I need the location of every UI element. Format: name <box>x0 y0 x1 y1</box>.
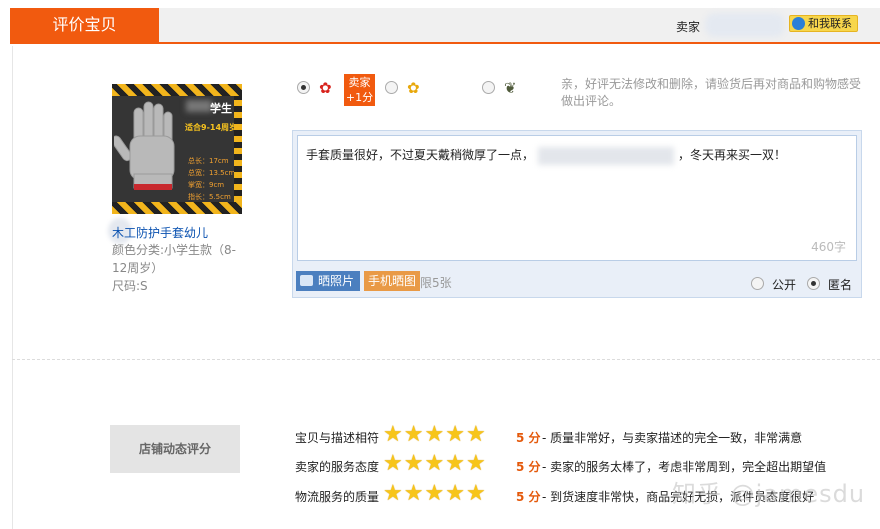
red-flower-icon: ✿ <box>319 79 332 97</box>
rating-neutral-radio[interactable] <box>385 81 398 94</box>
bonus-line1: 卖家 <box>348 76 371 89</box>
star-icon[interactable]: ★ <box>424 453 444 475</box>
frame-border <box>12 46 13 529</box>
review-text-part2: ，冬天再来买一双！ <box>678 148 787 162</box>
rating-bad-radio[interactable] <box>482 81 495 94</box>
review-textarea[interactable]: 手套质量很好，不过夏天戴稍微厚了一点， ，冬天再来买一双！ 460字 <box>297 135 857 261</box>
image-subtitle: 适合9-14周岁 <box>185 123 238 132</box>
bonus-line2: +1分 <box>345 91 374 104</box>
star-icon[interactable]: ★ <box>383 424 403 446</box>
star-icon[interactable]: ★ <box>424 424 444 446</box>
rating-good-radio[interactable] <box>297 81 310 94</box>
store-rating-button[interactable]: 店铺动态评分 <box>110 425 240 473</box>
product-size: 尺码:S <box>112 279 148 293</box>
public-radio[interactable] <box>751 277 764 290</box>
star-rating[interactable]: ★★★★★ <box>383 483 487 505</box>
score-row-description: 宝贝与描述相符 ★★★★★ 5 分 - 质量非常好，与卖家描述的完全一致，非常满… <box>295 424 880 448</box>
image-spec: 总长：17cm <box>188 157 229 165</box>
camera-icon <box>300 275 313 286</box>
yellow-flower-icon: ✿ <box>407 79 420 97</box>
tab-rate-item[interactable]: 评价宝贝 <box>10 8 159 44</box>
image-spec: 指长：5.5cm <box>188 193 231 201</box>
star-icon[interactable]: ★ <box>466 483 486 505</box>
review-hint: 亲，好评无法修改和删除，请验货后再对商品和购物感受做出评论。 <box>561 77 862 108</box>
star-icon[interactable]: ★ <box>383 483 403 505</box>
upload-photo-button[interactable]: 晒照片 <box>296 271 361 291</box>
image-spec: 总宽：13.5cm <box>188 169 236 177</box>
anonymous-radio[interactable] <box>807 277 820 290</box>
contact-seller-label: 和我联系 <box>808 17 852 30</box>
product-color-category: 颜色分类:小学生款（8- <box>112 243 237 257</box>
image-spec: 掌宽：9cm <box>188 181 225 189</box>
seller-label: 卖家 <box>676 20 701 34</box>
anonymous-label: 匿名 <box>828 278 853 292</box>
review-text-part1: 手套质量很好，不过夏天戴稍微厚了一点， <box>306 148 535 162</box>
star-icon[interactable]: ★ <box>404 424 424 446</box>
upload-photo-label: 晒照片 <box>318 274 355 288</box>
image-title: 学生 <box>210 102 232 115</box>
photo-limit: 限5张 <box>420 276 452 290</box>
star-icon[interactable]: ★ <box>445 483 465 505</box>
star-rating[interactable]: ★★★★★ <box>383 424 487 446</box>
star-icon[interactable]: ★ <box>466 453 486 475</box>
score-label: 物流服务的质量 <box>295 490 380 504</box>
seller-name-redacted <box>705 13 785 37</box>
page-header: 评价宝贝 卖家 和我联系 <box>10 8 880 44</box>
star-icon[interactable]: ★ <box>466 424 486 446</box>
score-value: 5 分 <box>516 431 541 445</box>
score-description: - 质量非常好，与卖家描述的完全一致，非常满意 <box>542 431 803 445</box>
star-icon[interactable]: ★ <box>424 483 444 505</box>
review-text-redacted <box>538 146 675 165</box>
mobile-photo-button[interactable]: 手机晒图 <box>364 271 421 291</box>
star-icon[interactable]: ★ <box>445 453 465 475</box>
seller-bonus-badge: 卖家 +1分 <box>344 74 375 106</box>
score-label: 宝贝与描述相符 <box>295 431 380 445</box>
zhihu-watermark: 知乎 @jamesdu <box>672 480 866 508</box>
star-rating[interactable]: ★★★★★ <box>383 453 487 475</box>
product-thumbnail[interactable]: 学生 适合9-14周岁 总长：17cm 总宽：13.5cm 掌宽：9cm 指长：… <box>112 84 242 214</box>
score-value: 5 分 <box>516 490 541 504</box>
product-color-category-cont: 12周岁） <box>112 261 164 275</box>
hazard-stripe <box>234 96 242 202</box>
star-icon[interactable]: ★ <box>404 483 424 505</box>
star-icon[interactable]: ★ <box>383 453 403 475</box>
hazard-stripe <box>112 202 242 214</box>
contact-seller-button[interactable]: 和我联系 <box>789 15 858 32</box>
char-count: 460字 <box>811 240 846 254</box>
score-label: 卖家的服务态度 <box>295 460 380 474</box>
wilted-flower-icon: ❦ <box>504 79 517 97</box>
glove-image <box>114 101 175 190</box>
review-panel: 手套质量很好，不过夏天戴稍微厚了一点， ，冬天再来买一双！ 460字 晒照片 手机… <box>292 130 862 298</box>
star-icon[interactable]: ★ <box>445 424 465 446</box>
public-label: 公开 <box>772 278 797 292</box>
section-divider <box>12 359 880 360</box>
wangwang-chat-icon <box>792 17 805 30</box>
star-icon[interactable]: ★ <box>404 453 424 475</box>
product-name-link[interactable]: 木工防护手套幼儿 <box>112 224 208 241</box>
score-description: - 卖家的服务太棒了，考虑非常周到，完全超出期望值 <box>542 460 827 474</box>
hazard-stripe <box>112 84 242 96</box>
score-value: 5 分 <box>516 460 541 474</box>
image-text-redacted <box>186 100 212 112</box>
